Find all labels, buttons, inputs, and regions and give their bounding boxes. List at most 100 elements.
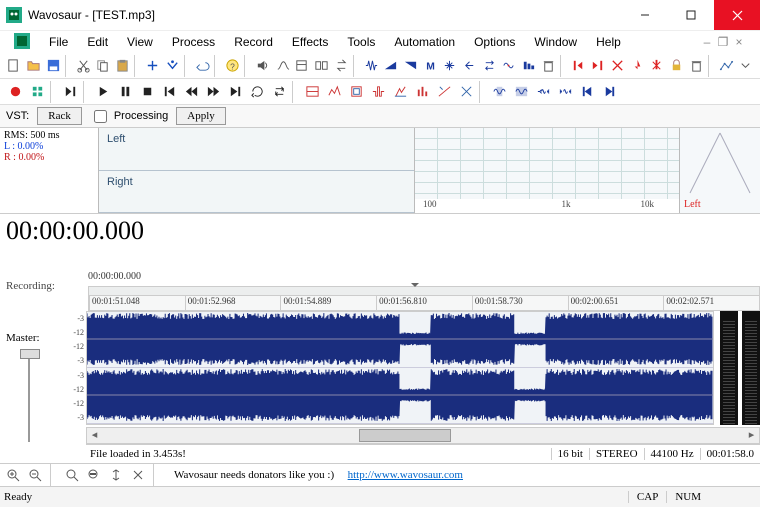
mdi-close-icon[interactable]: × (732, 35, 746, 49)
select-all-icon[interactable] (510, 81, 532, 103)
waveform-view[interactable] (86, 311, 714, 425)
play-icon[interactable] (92, 81, 114, 103)
volume-icon[interactable] (253, 55, 273, 77)
waveform-left[interactable] (87, 312, 713, 368)
processing-checkbox-input[interactable] (94, 110, 107, 123)
overview-bar[interactable] (88, 286, 760, 296)
mdi-restore-icon[interactable]: ❐ (716, 35, 730, 49)
fade-in-icon[interactable] (381, 55, 401, 77)
rewind-icon[interactable] (180, 81, 202, 103)
zoom-selection-icon[interactable] (85, 466, 103, 484)
route-icon[interactable] (272, 55, 292, 77)
select-wave-icon[interactable] (488, 81, 510, 103)
marker-m-icon[interactable]: M (420, 55, 440, 77)
skip-forward-icon[interactable] (224, 81, 246, 103)
analysis-6-icon[interactable] (411, 81, 433, 103)
zoom-vertical-icon[interactable] (107, 466, 125, 484)
analysis-2-icon[interactable] (323, 81, 345, 103)
scroll-thumb[interactable] (102, 428, 744, 443)
reverse-icon[interactable] (460, 55, 480, 77)
cut-icon[interactable] (73, 55, 93, 77)
automation-icon[interactable] (716, 55, 736, 77)
zoom-reset-icon[interactable] (129, 466, 147, 484)
analysis-4-icon[interactable] (367, 81, 389, 103)
spectrum-plot[interactable] (415, 128, 679, 199)
menu-window[interactable]: Window (526, 33, 585, 51)
analysis-1-icon[interactable] (301, 81, 323, 103)
select-expand-icon[interactable] (532, 81, 554, 103)
menu-help[interactable]: Help (588, 33, 629, 51)
paste-icon[interactable] (113, 55, 133, 77)
menu-edit[interactable]: Edit (79, 33, 116, 51)
loop-play-icon[interactable] (246, 81, 268, 103)
marker-del-icon[interactable] (647, 55, 667, 77)
loop-remove-icon[interactable] (608, 55, 628, 77)
play-pause-icon[interactable] (59, 81, 81, 103)
zoom-fit-icon[interactable] (63, 466, 81, 484)
crop-icon[interactable] (143, 55, 163, 77)
mdi-minimize-icon[interactable]: ‒ (700, 35, 714, 49)
analysis-5-icon[interactable] (389, 81, 411, 103)
undo-icon[interactable] (192, 55, 212, 77)
normalize-icon[interactable] (361, 55, 381, 77)
delete-icon[interactable] (538, 55, 558, 77)
new-file-icon[interactable] (4, 55, 24, 77)
horizontal-scrollbar[interactable]: ◂ ▸ (86, 427, 760, 444)
vst-processing-checkbox[interactable]: Processing (90, 107, 168, 126)
zoom-in-icon[interactable] (4, 466, 22, 484)
menu-process[interactable]: Process (164, 33, 223, 51)
scroll-right-icon[interactable]: ▸ (744, 428, 759, 443)
time-ruler[interactable]: 00:01:51.048 00:01:52.968 00:01:54.889 0… (88, 296, 760, 311)
maximize-button[interactable] (668, 0, 714, 30)
marker-add-icon[interactable] (627, 55, 647, 77)
trash-icon[interactable] (686, 55, 706, 77)
vst-rack-button[interactable]: Rack (37, 107, 82, 125)
open-file-icon[interactable] (24, 55, 44, 77)
goto-start-icon[interactable] (576, 81, 598, 103)
forward-icon[interactable] (202, 81, 224, 103)
goto-end-icon[interactable] (598, 81, 620, 103)
repeat-icon[interactable] (268, 81, 290, 103)
convert-icon[interactable] (331, 55, 351, 77)
chevron-down-icon[interactable] (736, 55, 756, 77)
copy-icon[interactable] (93, 55, 113, 77)
lock-icon[interactable] (667, 55, 687, 77)
analysis-7-icon[interactable] (433, 81, 455, 103)
help-icon[interactable]: ? (222, 55, 242, 77)
save-file-icon[interactable] (43, 55, 63, 77)
analysis-3-icon[interactable] (345, 81, 367, 103)
trim-icon[interactable] (162, 55, 182, 77)
swap-icon[interactable] (479, 55, 499, 77)
close-button[interactable] (714, 0, 760, 30)
master-volume-slider[interactable] (25, 352, 33, 442)
scroll-left-icon[interactable]: ◂ (87, 428, 102, 443)
donate-link[interactable]: http://www.wavosaur.com (348, 469, 463, 481)
menu-options[interactable]: Options (466, 33, 523, 51)
analysis-8-icon[interactable] (455, 81, 477, 103)
loop-start-icon[interactable] (568, 55, 588, 77)
minimize-button[interactable] (622, 0, 668, 30)
zoom-out-icon[interactable] (26, 466, 44, 484)
phase-plot[interactable] (680, 128, 760, 199)
pause-icon[interactable] (114, 81, 136, 103)
properties-icon[interactable] (292, 55, 312, 77)
skip-back-icon[interactable] (158, 81, 180, 103)
bitdepth-icon[interactable] (519, 55, 539, 77)
waveform-right[interactable] (87, 368, 713, 424)
menu-automation[interactable]: Automation (386, 33, 463, 51)
menu-tools[interactable]: Tools (339, 33, 383, 51)
grid-icon[interactable] (26, 81, 48, 103)
menu-effects[interactable]: Effects (284, 33, 336, 51)
select-shrink-icon[interactable] (554, 81, 576, 103)
menu-view[interactable]: View (119, 33, 161, 51)
batch-icon[interactable] (312, 55, 332, 77)
menu-file[interactable]: File (41, 33, 76, 51)
vst-apply-button[interactable]: Apply (176, 107, 226, 125)
record-icon[interactable] (4, 81, 26, 103)
loop-end-icon[interactable] (588, 55, 608, 77)
stop-icon[interactable] (136, 81, 158, 103)
resample-icon[interactable] (499, 55, 519, 77)
invert-icon[interactable] (440, 55, 460, 77)
fade-out-icon[interactable] (401, 55, 421, 77)
menu-record[interactable]: Record (226, 33, 281, 51)
